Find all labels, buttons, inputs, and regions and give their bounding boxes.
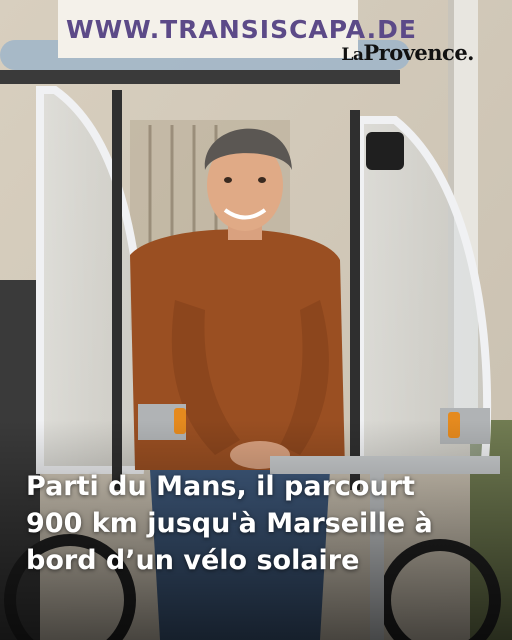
logo-name: Provence. bbox=[363, 40, 474, 65]
headline-line-2: 900 km jusqu'à Marseille à bbox=[26, 508, 433, 539]
headline-line-1: Parti du Mans, il parcourt bbox=[26, 471, 415, 502]
newspaper-logo: LaProvence. bbox=[341, 40, 474, 65]
post-image: WWW.TRANSISCAPA.DE LaProvence. Parti du … bbox=[0, 0, 512, 640]
logo-prefix: La bbox=[341, 45, 364, 65]
headline: Parti du Mans, il parcourt 900 km jusqu'… bbox=[26, 468, 496, 579]
headline-line-3: bord d’un vélo solaire bbox=[26, 545, 360, 576]
roof-bar bbox=[0, 70, 400, 84]
mirror bbox=[366, 132, 404, 170]
